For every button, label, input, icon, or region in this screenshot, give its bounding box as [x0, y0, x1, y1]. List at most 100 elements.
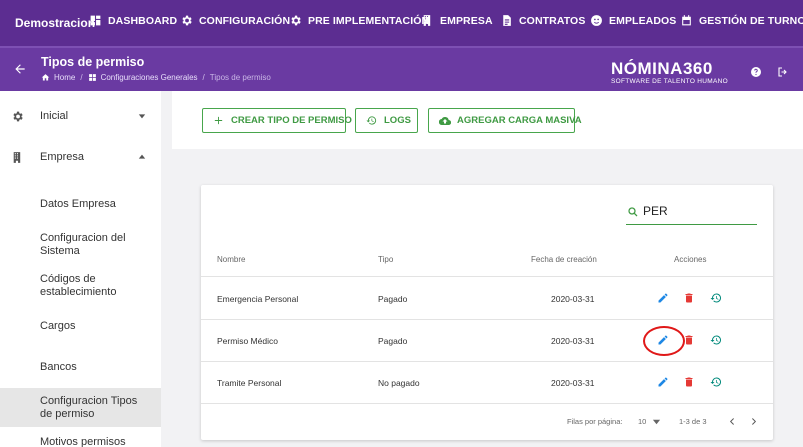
- nav-label: EMPLEADOS: [609, 14, 677, 27]
- nav-gestion-turnos[interactable]: GESTIÓN DE TURNOS: [680, 14, 803, 27]
- logo-sub: SOFTWARE DE TALENTO HUMANO: [611, 78, 728, 85]
- sidebar-subitem-codigos-establecimiento[interactable]: Códigos de establecimiento: [0, 270, 161, 302]
- subitem-label: Configuracion Tipos de permiso: [40, 394, 138, 420]
- pagination-range: 1-3 de 3: [679, 417, 707, 426]
- nav-empleados[interactable]: EMPLEADOS: [590, 14, 676, 27]
- subitem-label: Bancos: [40, 360, 77, 373]
- logs-button[interactable]: LOGS: [355, 108, 418, 133]
- table-header: Nombre Tipo Fecha de creación Acciones: [201, 247, 773, 277]
- bulk-upload-button[interactable]: AGREGAR CARGA MASIVA: [428, 108, 582, 133]
- cell-tipo: Pagado: [378, 294, 408, 304]
- table-row: Permiso Médico Pagado 2020-03-31: [201, 320, 773, 362]
- rows-per-page-label: Filas por página:: [567, 417, 623, 426]
- column-header-nombre[interactable]: Nombre: [217, 255, 245, 264]
- sidebar-subitem-datos-empresa[interactable]: Datos Empresa: [0, 191, 161, 217]
- delete-icon[interactable]: [683, 376, 695, 388]
- cell-tipo: No pagado: [378, 378, 420, 388]
- nav-label: PRE IMPLEMENTACIÓN: [308, 14, 430, 27]
- nav-pre-implementacion[interactable]: PRE IMPLEMENTACIÓN: [289, 14, 429, 27]
- sidebar-item-empresa[interactable]: Empresa: [0, 137, 161, 177]
- subitem-label: Motivos permisos: [40, 435, 126, 447]
- edit-icon[interactable]: [657, 376, 669, 388]
- history-icon[interactable]: [710, 376, 722, 388]
- page-title: Tipos de permiso: [41, 55, 145, 69]
- search-input[interactable]: [643, 204, 753, 218]
- nav-label: DASHBOARD: [108, 14, 178, 27]
- top-navbar: Demostracion DASHBOARD CONFIGURACIÓN PRE…: [0, 0, 803, 46]
- page-header: Tipos de permiso Home / Configuraciones …: [0, 46, 803, 91]
- chevron-left-icon[interactable]: [728, 417, 737, 426]
- create-permission-type-button[interactable]: CREAR TIPO DE PERMISO: [202, 108, 352, 133]
- sidebar: Inicial Empresa Datos Empresa Configurac…: [0, 91, 161, 447]
- table-pagination: Filas por página: 10 1-3 de 3: [201, 413, 773, 433]
- nomina360-logo: NÓMINA360 SOFTWARE DE TALENTO HUMANO: [611, 60, 728, 85]
- history-icon[interactable]: [710, 292, 722, 304]
- delete-icon[interactable]: [683, 292, 695, 304]
- cloud-upload-icon: [439, 115, 451, 126]
- breadcrumb-config[interactable]: Configuraciones Generales: [101, 73, 198, 82]
- column-header-acciones: Acciones: [674, 255, 707, 264]
- column-header-fecha[interactable]: Fecha de creación: [531, 255, 597, 264]
- breadcrumb-separator: /: [202, 73, 205, 82]
- dashboard-icon: [89, 14, 102, 27]
- logout-icon[interactable]: [777, 66, 789, 78]
- building-icon: [421, 14, 434, 27]
- nav-empresa[interactable]: EMPRESA: [421, 14, 493, 27]
- edit-icon[interactable]: [657, 334, 669, 346]
- delete-icon[interactable]: [683, 334, 695, 346]
- building-icon: [11, 151, 24, 164]
- gear-icon: [289, 14, 302, 27]
- edit-icon[interactable]: [657, 292, 669, 304]
- help-icon[interactable]: [750, 66, 762, 78]
- nav-label: CONFIGURACIÓN: [199, 14, 291, 27]
- sidebar-item-label: Inicial: [40, 110, 69, 122]
- subitem-label: Códigos de establecimiento: [40, 273, 117, 298]
- caret-down-icon[interactable]: [652, 417, 661, 426]
- calendar-icon: [680, 14, 693, 27]
- cell-nombre: Tramite Personal: [217, 378, 282, 388]
- sidebar-subitem-bancos[interactable]: Bancos: [0, 354, 161, 380]
- logo-main: NÓMINA360: [611, 59, 713, 78]
- nav-configuracion[interactable]: CONFIGURACIÓN: [180, 14, 290, 27]
- brand-name[interactable]: Demostracion: [0, 16, 95, 30]
- sidebar-subitem-cargos[interactable]: Cargos: [0, 313, 161, 339]
- plus-icon: [213, 115, 224, 126]
- button-label: CREAR TIPO DE PERMISO: [231, 115, 352, 126]
- breadcrumb-home[interactable]: Home: [54, 73, 75, 82]
- button-label: AGREGAR CARGA MASIVA: [457, 115, 582, 126]
- face-icon: [590, 14, 603, 27]
- cell-nombre: Emergencia Personal: [217, 294, 299, 304]
- actions-bar: CREAR TIPO DE PERMISO LOGS AGREGAR CARGA…: [172, 91, 803, 149]
- button-label: LOGS: [384, 115, 411, 126]
- cell-fecha: 2020-03-31: [551, 336, 595, 346]
- column-header-tipo[interactable]: Tipo: [378, 255, 393, 264]
- gear-icon: [11, 110, 24, 123]
- nav-dashboard[interactable]: DASHBOARD: [89, 14, 177, 27]
- caret-down-icon: [138, 112, 146, 120]
- breadcrumb-current: Tipos de permiso: [209, 73, 271, 82]
- breadcrumb-separator: /: [80, 73, 83, 82]
- cell-fecha: 2020-03-31: [551, 294, 595, 304]
- sidebar-subitem-motivos-permisos[interactable]: Motivos permisos: [0, 431, 161, 447]
- home-icon: [41, 73, 50, 82]
- subitem-label: Configuracion del Sistema: [40, 232, 126, 257]
- breadcrumb: Home / Configuraciones Generales / Tipos…: [41, 73, 271, 82]
- subitem-label: Cargos: [40, 319, 76, 332]
- sidebar-subitem-configuracion-sistema[interactable]: Configuracion del Sistema: [0, 229, 161, 261]
- sidebar-item-label: Empresa: [40, 151, 85, 163]
- permission-types-card: Nombre Tipo Fecha de creación Acciones E…: [201, 185, 773, 440]
- cell-nombre: Permiso Médico: [217, 336, 278, 346]
- table-row: Tramite Personal No pagado 2020-03-31: [201, 362, 773, 404]
- nav-contratos[interactable]: CONTRATOS: [500, 14, 585, 27]
- document-icon: [500, 14, 513, 27]
- rows-per-page-value[interactable]: 10: [638, 417, 646, 426]
- sidebar-item-inicial[interactable]: Inicial: [0, 96, 161, 136]
- sidebar-subitem-tipos-permiso[interactable]: Configuracion Tipos de permiso: [0, 388, 161, 427]
- table-row: Emergencia Personal Pagado 2020-03-31: [201, 278, 773, 320]
- search-icon: [627, 206, 639, 218]
- nav-label: EMPRESA: [440, 14, 493, 27]
- search-field[interactable]: [626, 202, 757, 225]
- chevron-right-icon[interactable]: [749, 417, 758, 426]
- history-icon[interactable]: [710, 334, 722, 346]
- back-arrow-icon[interactable]: [13, 62, 27, 76]
